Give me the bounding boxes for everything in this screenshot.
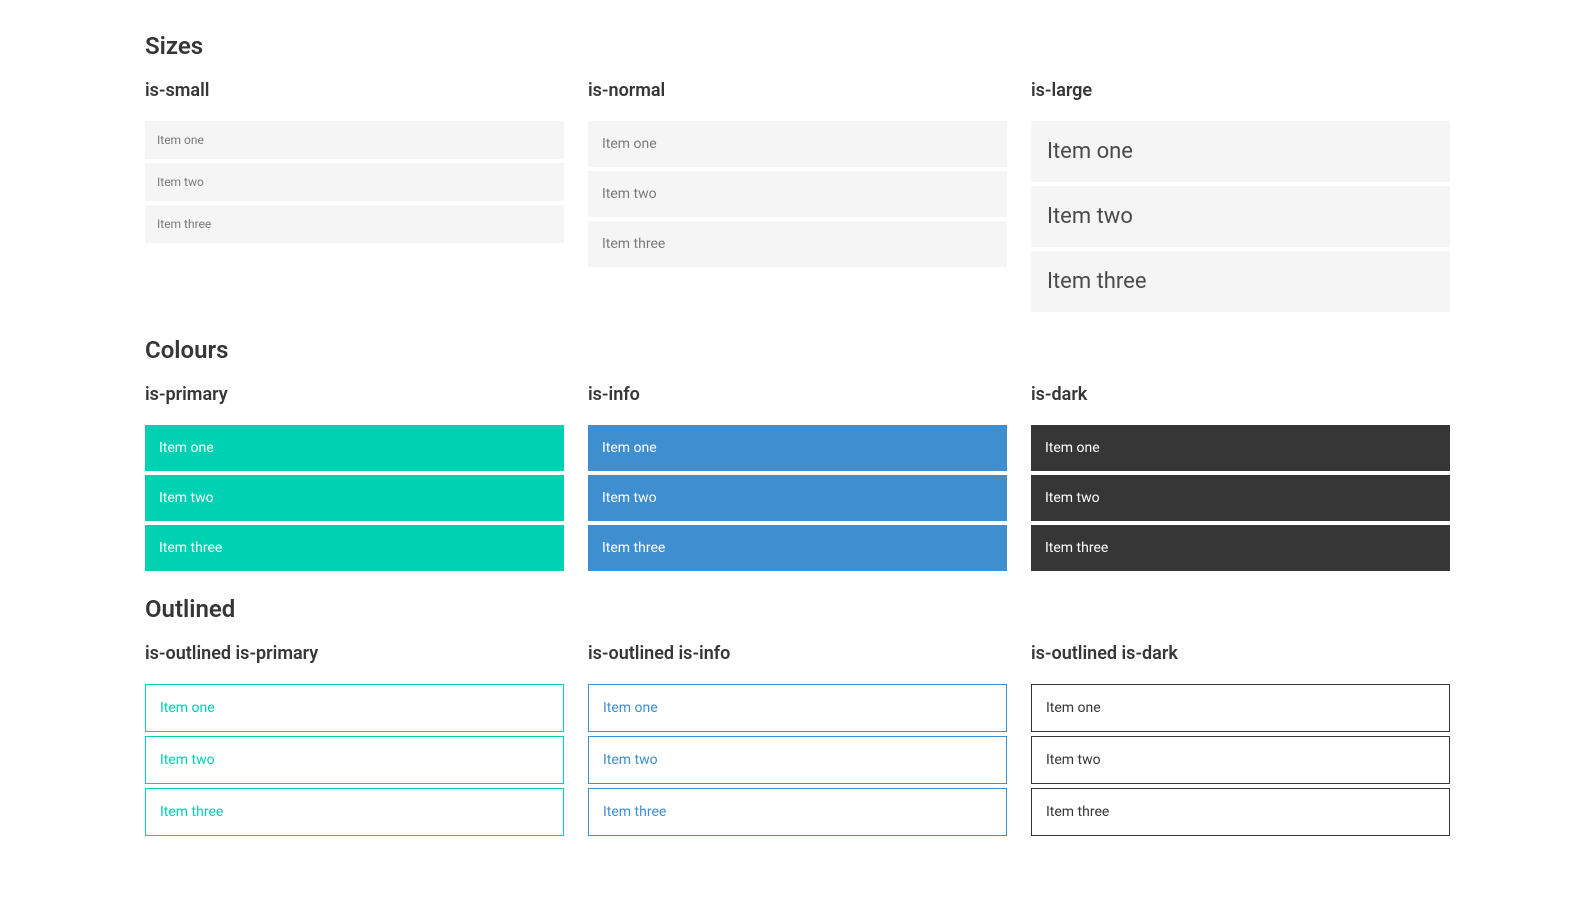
sizes-columns: is-small Item one Item two Item three is… [145,80,1450,312]
list-item[interactable]: Item one [588,684,1007,732]
list-item[interactable]: Item three [1031,525,1450,571]
list-item[interactable]: Item one [1031,425,1450,471]
column-primary: is-primary Item one Item two Item three [145,384,564,571]
variant-label-dark: is-dark [1031,384,1450,405]
colours-columns: is-primary Item one Item two Item three … [145,384,1450,571]
list-item[interactable]: Item one [588,121,1007,167]
list-item[interactable]: Item three [145,205,564,243]
column-outlined-dark: is-outlined is-dark Item one Item two It… [1031,643,1450,836]
list-item[interactable]: Item two [145,475,564,521]
list-item[interactable]: Item three [1031,788,1450,836]
variant-label-normal: is-normal [588,80,1007,101]
column-info: is-info Item one Item two Item three [588,384,1007,571]
variant-label-small: is-small [145,80,564,101]
column-small: is-small Item one Item two Item three [145,80,564,312]
list-item[interactable]: Item three [1031,251,1450,312]
list-outlined-info: Item one Item two Item three [588,684,1007,836]
list-dark: Item one Item two Item three [1031,425,1450,571]
list-item[interactable]: Item two [1031,475,1450,521]
list-large: Item one Item two Item three [1031,121,1450,312]
list-item[interactable]: Item one [145,684,564,732]
list-item[interactable]: Item two [145,736,564,784]
section-title-sizes: Sizes [145,32,1450,60]
variant-label-outlined-info: is-outlined is-info [588,643,1007,664]
list-normal: Item one Item two Item three [588,121,1007,267]
list-item[interactable]: Item one [1031,121,1450,182]
list-item[interactable]: Item two [588,475,1007,521]
list-primary: Item one Item two Item three [145,425,564,571]
variant-label-outlined-primary: is-outlined is-primary [145,643,564,664]
list-small: Item one Item two Item three [145,121,564,243]
list-item[interactable]: Item three [588,221,1007,267]
variant-label-large: is-large [1031,80,1450,101]
column-dark: is-dark Item one Item two Item three [1031,384,1450,571]
list-item[interactable]: Item two [588,171,1007,217]
outlined-columns: is-outlined is-primary Item one Item two… [145,643,1450,836]
list-item[interactable]: Item one [145,121,564,159]
column-outlined-info: is-outlined is-info Item one Item two It… [588,643,1007,836]
list-info: Item one Item two Item three [588,425,1007,571]
list-item[interactable]: Item three [145,788,564,836]
column-large: is-large Item one Item two Item three [1031,80,1450,312]
list-item[interactable]: Item three [588,788,1007,836]
variant-label-outlined-dark: is-outlined is-dark [1031,643,1450,664]
list-item[interactable]: Item one [145,425,564,471]
list-item[interactable]: Item one [588,425,1007,471]
section-title-outlined: Outlined [145,595,1450,623]
variant-label-info: is-info [588,384,1007,405]
list-outlined-primary: Item one Item two Item three [145,684,564,836]
list-item[interactable]: Item two [145,163,564,201]
list-outlined-dark: Item one Item two Item three [1031,684,1450,836]
variant-label-primary: is-primary [145,384,564,405]
list-item[interactable]: Item one [1031,684,1450,732]
column-outlined-primary: is-outlined is-primary Item one Item two… [145,643,564,836]
section-title-colours: Colours [145,336,1450,364]
list-item[interactable]: Item three [145,525,564,571]
list-item[interactable]: Item two [1031,186,1450,247]
list-item[interactable]: Item three [588,525,1007,571]
list-item[interactable]: Item two [1031,736,1450,784]
list-item[interactable]: Item two [588,736,1007,784]
column-normal: is-normal Item one Item two Item three [588,80,1007,312]
